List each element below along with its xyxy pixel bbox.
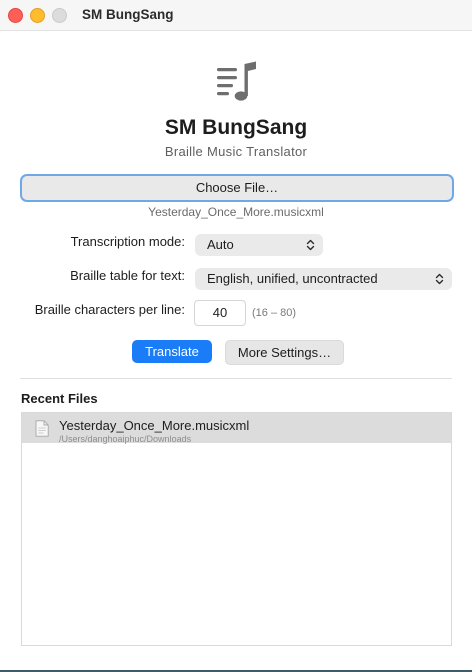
chars-per-line-field[interactable]: 40 (194, 300, 246, 326)
more-settings-button[interactable]: More Settings… (225, 340, 344, 365)
section-divider (20, 378, 452, 379)
title-bar: SM BungSang (0, 0, 472, 31)
transcription-mode-value: Auto (207, 237, 234, 252)
chevron-up-down-icon (435, 273, 444, 285)
list-item[interactable]: Yesterday_Once_More.musicxml /Users/dang… (22, 413, 451, 444)
recent-file-name: Yesterday_Once_More.musicxml (59, 418, 250, 433)
translate-button[interactable]: Translate (132, 340, 212, 363)
zoom-window-button[interactable] (52, 8, 67, 23)
app-window: SM BungSang SM BungSang Braille Music Tr… (0, 0, 472, 670)
chars-per-line-label: Braille characters per line: (34, 302, 185, 317)
window-title: SM BungSang (82, 7, 174, 22)
transcription-mode-label: Transcription mode: (70, 234, 185, 249)
selected-file-name: Yesterday_Once_More.musicxml (148, 205, 324, 219)
minimize-window-button[interactable] (30, 8, 45, 23)
music-note-list-icon (217, 61, 256, 101)
document-icon (35, 420, 49, 437)
app-subtitle: Braille Music Translator (164, 144, 308, 159)
app-name: SM BungSang (164, 116, 308, 139)
recent-files-list[interactable]: Yesterday_Once_More.musicxml /Users/dang… (21, 412, 452, 646)
braille-table-popup[interactable]: English, unified, uncontracted (195, 268, 452, 290)
recent-files-heading: Recent Files (21, 391, 98, 406)
chars-per-line-range-hint: (16 – 80) (252, 307, 297, 319)
chevron-up-down-icon (306, 239, 315, 251)
braille-table-label: Braille table for text: (70, 268, 185, 283)
transcription-mode-popup[interactable]: Auto (195, 234, 323, 256)
close-window-button[interactable] (8, 8, 23, 23)
braille-table-value: English, unified, uncontracted (207, 271, 378, 286)
choose-file-button[interactable]: Choose File… (20, 174, 454, 202)
recent-file-path: /Users/danghoaiphuc/Downloads (59, 434, 192, 444)
